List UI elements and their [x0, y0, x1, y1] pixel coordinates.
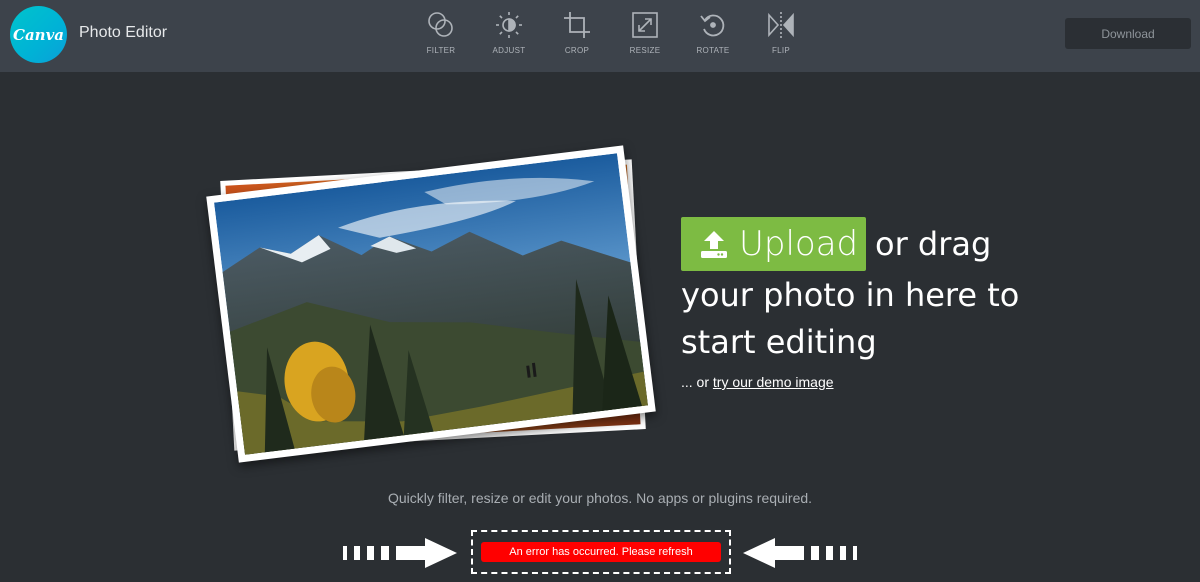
upload-icon [701, 231, 727, 258]
tool-flip[interactable]: FLIP [747, 10, 815, 62]
tool-flip-label: FLIP [771, 46, 791, 55]
drag-text-line2: your photo in here to [681, 276, 1020, 314]
tool-resize-label: RESIZE [629, 46, 661, 55]
filter-icon [428, 12, 453, 37]
tool-rotate[interactable]: ROTATE [679, 10, 747, 62]
tool-adjust-label: ADJUST [492, 46, 526, 55]
download-button[interactable]: Download [1065, 18, 1191, 49]
tool-adjust[interactable]: ADJUST [475, 10, 543, 62]
error-box: An error has occurred. Please refresh [471, 530, 731, 574]
demo-image-row: ... or try our demo image [681, 374, 834, 390]
tool-resize[interactable]: RESIZE [611, 10, 679, 62]
canva-logo[interactable]: Canva [10, 6, 67, 63]
demo-image-link[interactable]: try our demo image [713, 374, 834, 390]
crop-icon [564, 12, 590, 38]
rotate-icon [700, 14, 725, 37]
resize-icon [632, 12, 658, 38]
tool-crop-label: CROP [564, 46, 590, 55]
demo-photo [206, 145, 656, 463]
upload-button[interactable]: Upload [681, 217, 866, 271]
drag-text-line3: start editing [681, 323, 877, 361]
error-message[interactable]: An error has occurred. Please refresh [481, 542, 721, 562]
demo-prefix: ... or [681, 374, 710, 390]
tool-rotate-label: ROTATE [696, 46, 730, 55]
arrow-right-icon [343, 538, 457, 568]
tagline: Quickly filter, resize or edit your phot… [387, 490, 813, 506]
adjust-icon [496, 12, 522, 38]
top-bar: Canva Photo Editor FILTER ADJUST CROP RE… [0, 0, 1200, 72]
tool-crop[interactable]: CROP [543, 10, 611, 62]
demo-photo-stack[interactable] [205, 140, 675, 480]
flip-icon [768, 12, 794, 38]
drag-text-line1: or drag [875, 225, 992, 263]
app-title: Photo Editor [79, 24, 168, 41]
upload-button-label: Upload [739, 224, 859, 264]
editing-toolbar: FILTER ADJUST CROP RESIZE ROTATE FLIP [407, 10, 815, 62]
tool-filter[interactable]: FILTER [407, 10, 475, 62]
tool-filter-label: FILTER [426, 46, 456, 55]
arrow-left-icon [743, 538, 857, 568]
